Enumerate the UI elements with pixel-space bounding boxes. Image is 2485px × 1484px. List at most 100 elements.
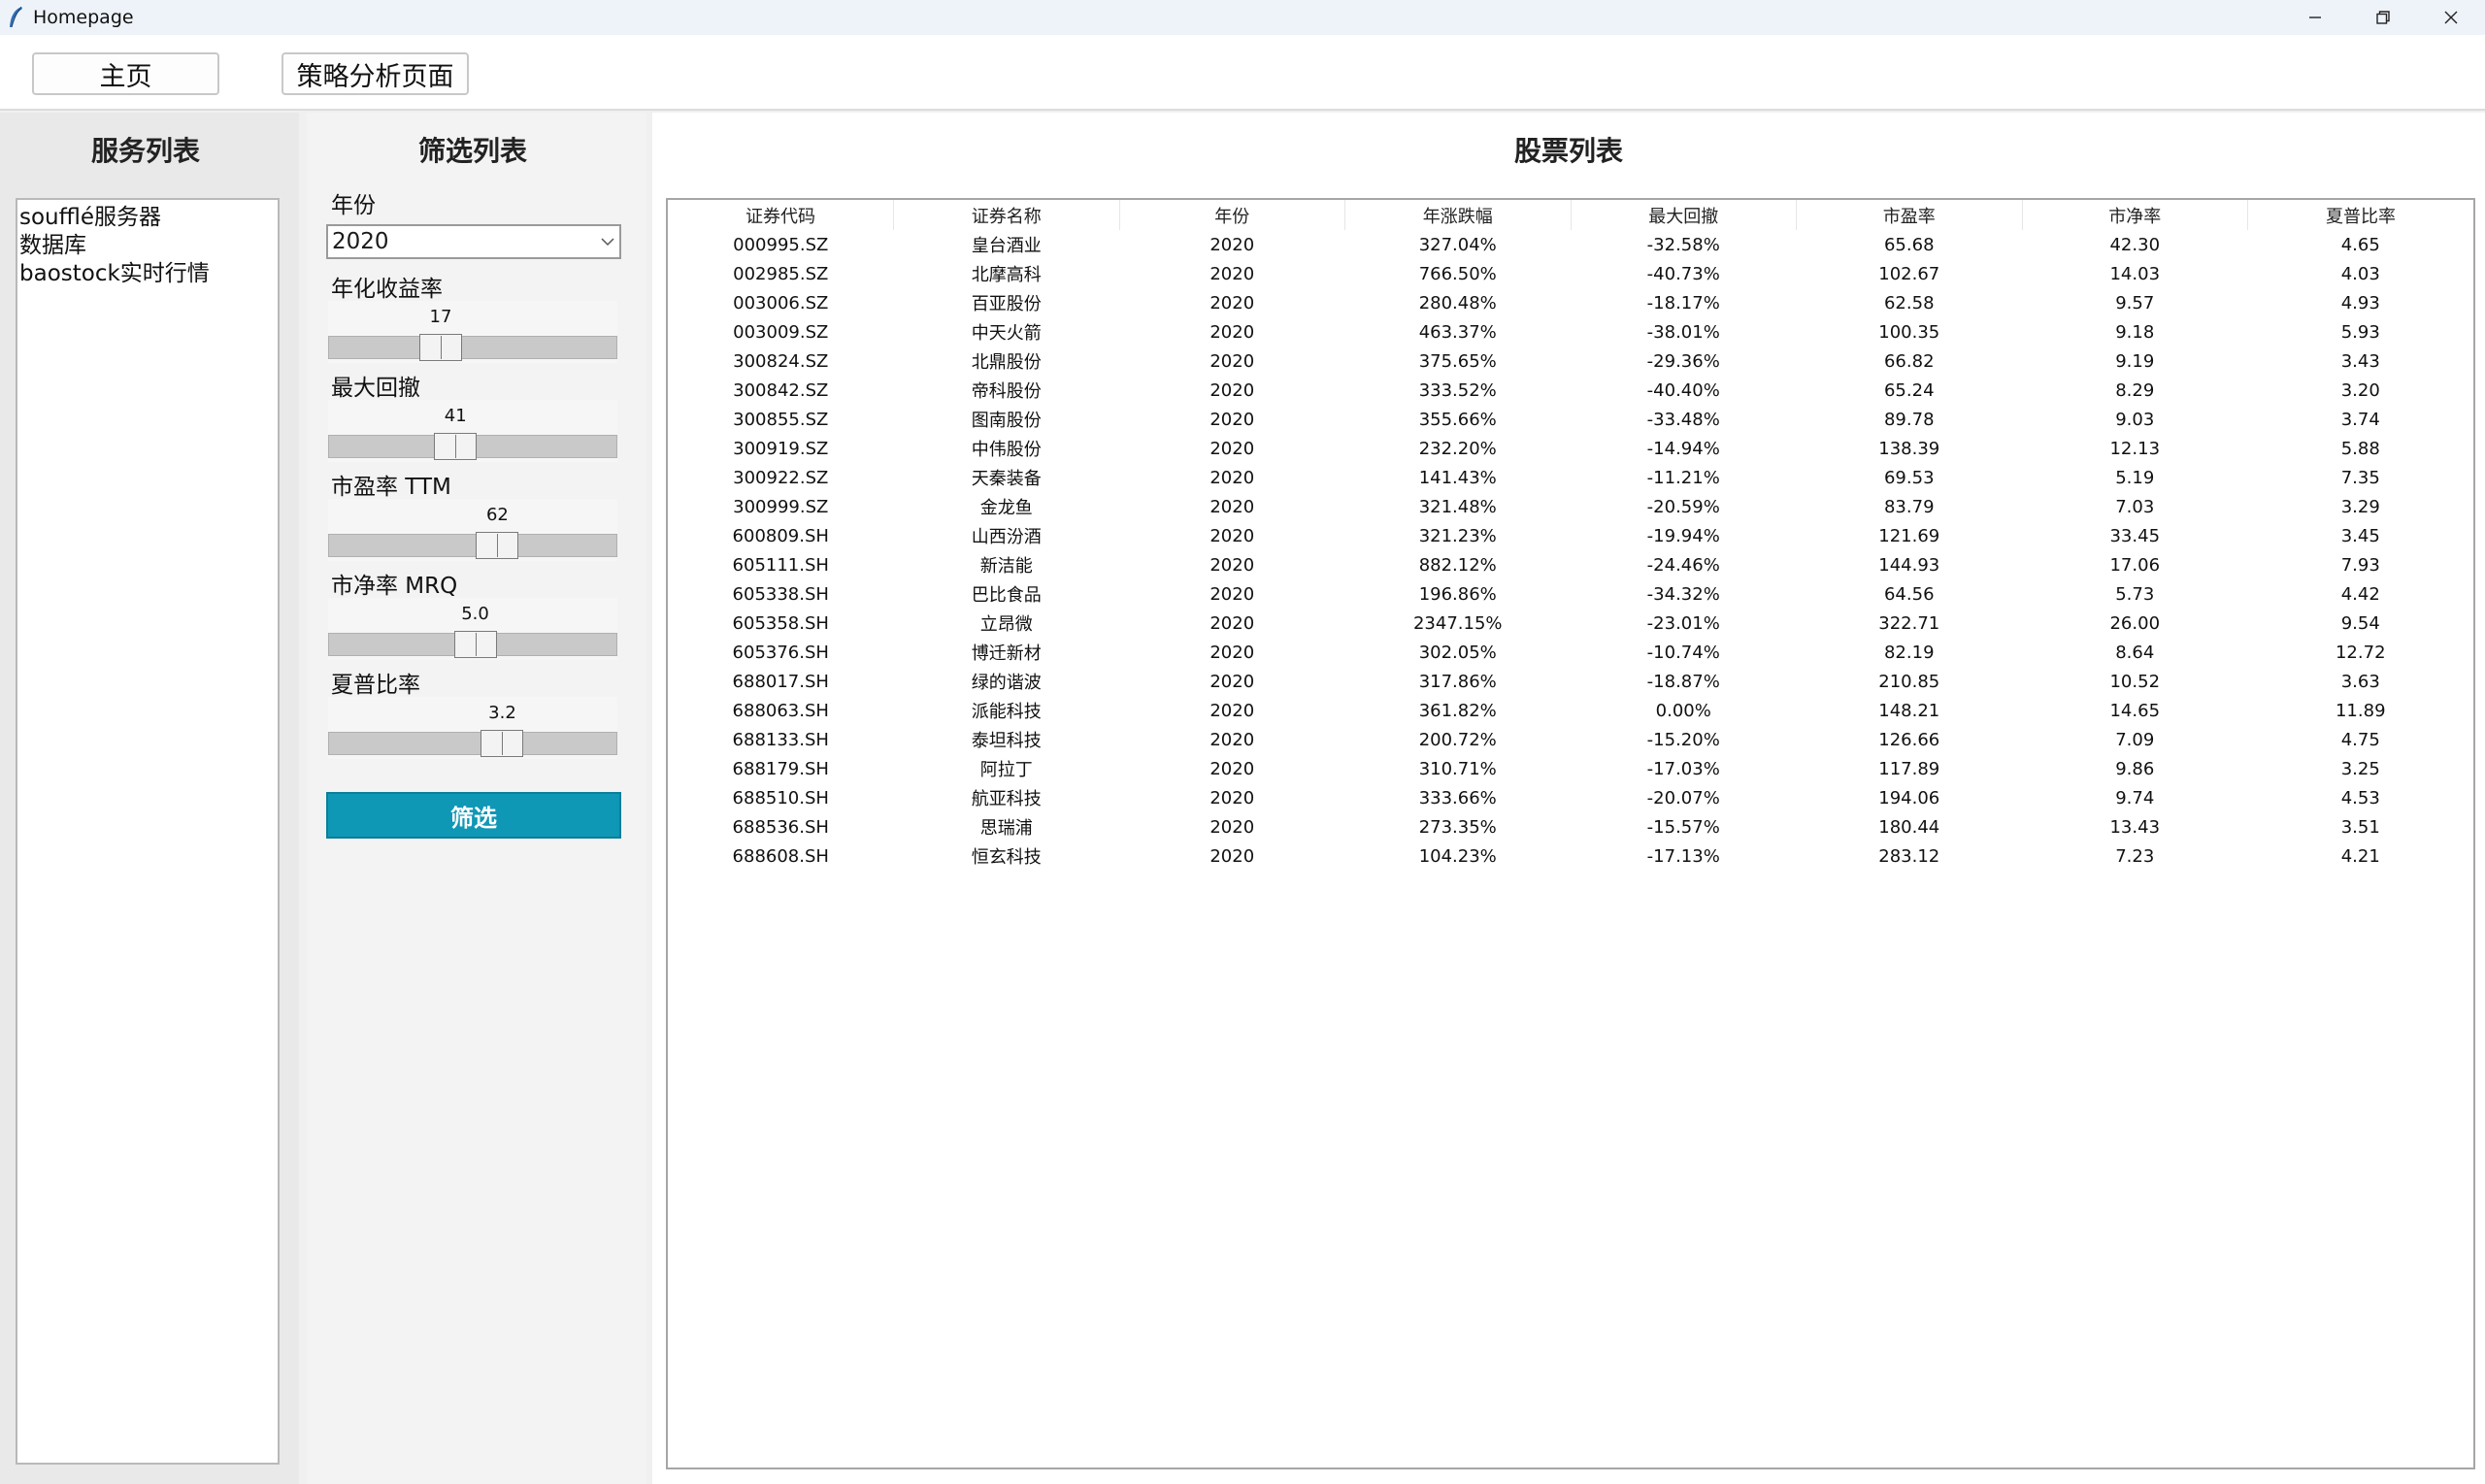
column-header[interactable]: 夏普比率 [2248,200,2474,230]
table-cell: 绿的谐波 [971,673,1042,693]
table-cell: 12.72 [2335,642,2386,663]
table-cell: 26.00 [2109,612,2161,634]
table-row[interactable]: 300824.SZ 北鼎股份 2020 375.65% -29.36% 66.82 9.19… [668,346,2473,376]
table-row[interactable]: 000995.SZ 皇台酒业 2020 327.04% -32.58% 65.68 42.3… [668,230,2473,259]
table-cell: 10.52 [2109,671,2161,692]
service-item-souffle[interactable]: soufflé服务器 [19,204,276,232]
table-cell: 4.75 [2340,729,2380,750]
year-select[interactable]: 2020 [326,224,621,259]
table-cell: 766.50% [1418,263,1497,284]
table-row[interactable]: 300855.SZ 图南股份 2020 355.66% -33.48% 89.78 9.03… [668,405,2473,434]
table-cell: 11.89 [2335,700,2386,721]
table-cell: 百亚股份 [971,294,1042,314]
table-cell: -32.58% [1646,234,1720,255]
stock-table-view[interactable]: 证券代码 证券名称 年份 年涨跌幅 最大回撤 市盈率 市净率 夏普比率 000995.SZ 皇台… [666,198,2475,1469]
table-cell: 2020 [1209,612,1255,634]
table-row[interactable]: 002985.SZ 北摩高科 2020 766.50% -40.73% 102.67 14.… [668,259,2473,288]
pe-ttm-slider[interactable]: 62 [328,499,617,561]
table-row[interactable]: 300999.SZ 金龙鱼 2020 321.48% -20.59% 83.79 7.03 3… [668,492,2473,521]
table-cell: 64.56 [1883,583,1935,605]
table-row[interactable]: 605111.SH 新洁能 2020 882.12% -24.46% 144.93 17.0… [668,550,2473,579]
close-button[interactable] [2417,0,2485,35]
table-cell: 2020 [1209,729,1255,750]
home-button[interactable]: 主页 [32,52,219,95]
table-cell: 141.43% [1418,467,1497,488]
sharpe-value: 3.2 [488,703,516,723]
table-cell: 思瑞浦 [979,818,1033,839]
service-item-database[interactable]: 数据库 [19,232,276,260]
table-row[interactable]: 688536.SH 思瑞浦 2020 273.35% -15.57% 180.44 13.4… [668,812,2473,841]
table-cell: 14.03 [2109,263,2161,284]
table-cell: -17.13% [1646,845,1720,867]
table-cell: 605358.SH [732,612,829,634]
table-row[interactable]: 600809.SH 山西汾酒 2020 321.23% -19.94% 121.69 33.… [668,521,2473,550]
table-row[interactable]: 003006.SZ 百亚股份 2020 280.48% -18.17% 62.58 9.57… [668,288,2473,317]
filter-button[interactable]: 筛选 [326,792,621,839]
table-row[interactable]: 605338.SH 巴比食品 2020 196.86% -34.32% 64.56 5.73… [668,579,2473,609]
annual-return-slider[interactable]: 17 [328,301,617,363]
table-row[interactable]: 688510.SH 航亚科技 2020 333.66% -20.07% 194.06 9.7… [668,783,2473,812]
filter-panel: 筛选列表 年份 2020 年化收益率 17 最大回撤 41 市盈率 TTM 62… [307,113,646,1484]
table-row[interactable]: 688608.SH 恒玄科技 2020 104.23% -17.13% 283.12 7.2… [668,841,2473,871]
table-cell: 3.74 [2340,409,2380,430]
annual-return-handle[interactable] [418,334,462,361]
table-cell: 2020 [1209,321,1255,343]
strategy-analysis-button[interactable]: 策略分析页面 [282,52,469,95]
table-cell: 2347.15% [1412,612,1503,634]
table-cell: 200.72% [1418,729,1497,750]
column-header[interactable]: 证券名称 [893,200,1120,230]
table-cell: 69.53 [1883,467,1935,488]
table-cell: -23.01% [1646,612,1720,634]
table-row[interactable]: 688133.SH 泰坦科技 2020 200.72% -15.20% 126.66 7.0… [668,725,2473,754]
service-item-baostock[interactable]: baostock实时行情 [19,260,276,288]
column-header[interactable]: 最大回撤 [1571,200,1797,230]
table-cell: -38.01% [1646,321,1720,343]
table-cell: 361.82% [1418,700,1497,721]
column-header[interactable]: 年涨跌幅 [1344,200,1572,230]
column-header[interactable]: 年份 [1119,200,1345,230]
restore-button[interactable] [2349,0,2417,35]
table-cell: 600809.SH [732,525,829,546]
table-row[interactable]: 300842.SZ 帝科股份 2020 333.52% -40.40% 65.24 8.29… [668,376,2473,405]
table-cell: 7.09 [2115,729,2155,750]
table-row[interactable]: 688017.SH 绿的谐波 2020 317.86% -18.87% 210.85 10.… [668,667,2473,696]
max-drawdown-handle[interactable] [434,433,478,460]
table-cell: 82.19 [1883,642,1935,663]
table-cell: 194.06 [1878,787,1940,808]
table-row[interactable]: 605376.SH 博迁新材 2020 302.05% -10.74% 82.19 8.64… [668,638,2473,667]
column-header[interactable]: 市盈率 [1796,200,2023,230]
table-row[interactable]: 605358.SH 立昂微 2020 2347.15% -23.01% 322.71 26.… [668,609,2473,638]
table-cell: 9.18 [2115,321,2155,343]
pe-ttm-handle[interactable] [476,532,519,559]
max-drawdown-slider[interactable]: 41 [328,400,617,462]
table-cell: 002985.SZ [733,263,829,284]
table-cell: 7.23 [2115,845,2155,867]
service-listbox[interactable]: soufflé服务器 数据库 baostock实时行情 [16,198,280,1465]
pb-mrq-handle[interactable] [453,631,497,658]
filter-list-heading: 筛选列表 [417,135,527,167]
annual-return-trough[interactable] [328,336,617,359]
column-header[interactable]: 证券代码 [668,200,894,230]
table-cell: 阿拉丁 [979,760,1033,780]
table-cell: 2020 [1209,758,1255,779]
table-cell: 273.35% [1418,816,1497,838]
pe-ttm-trough[interactable] [328,534,617,557]
table-row[interactable]: 003009.SZ 中天火箭 2020 463.37% -38.01% 100.35 9.1… [668,317,2473,346]
table-row[interactable]: 688179.SH 阿拉丁 2020 310.71% -17.03% 117.89 9.86… [668,754,2473,783]
stock-list-heading: 股票列表 [1513,135,1623,167]
minimize-button[interactable] [2281,0,2349,35]
table-row[interactable]: 300919.SZ 中伟股份 2020 232.20% -14.94% 138.39 12.… [668,434,2473,463]
table-cell: -34.32% [1646,583,1720,605]
max-drawdown-value: 41 [444,406,467,426]
table-row[interactable]: 300922.SZ 天秦装备 2020 141.43% -11.21% 69.53 5.19… [668,463,2473,492]
pb-mrq-slider[interactable]: 5.0 [328,598,617,660]
table-cell: 博迁新材 [971,643,1042,664]
sharpe-slider[interactable]: 3.2 [328,697,617,759]
sharpe-trough[interactable] [328,732,617,755]
title-bar: Homepage [0,0,2485,35]
sharpe-handle[interactable] [480,730,524,757]
column-header[interactable]: 市净率 [2022,200,2248,230]
table-cell: 立昂微 [979,614,1033,635]
table-cell: 605338.SH [732,583,829,605]
table-row[interactable]: 688063.SH 派能科技 2020 361.82% 0.00% 148.21 14.65… [668,696,2473,725]
